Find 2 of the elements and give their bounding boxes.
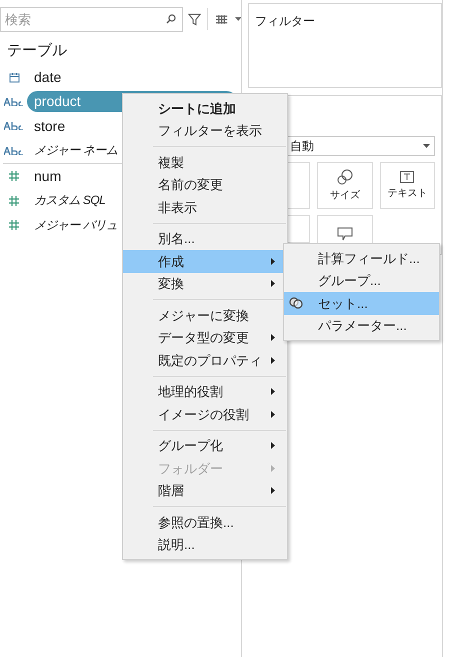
section-heading: テーブル	[6, 41, 68, 61]
card-title: フィルター	[255, 13, 316, 30]
